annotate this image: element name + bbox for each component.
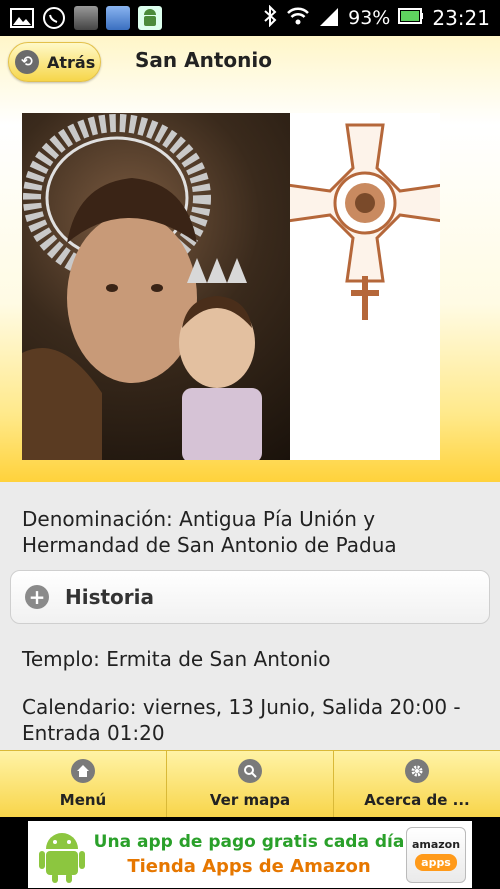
- battery-icon: [398, 7, 424, 30]
- app-screen: ⟲ Atrás San Antonio Denominación: Antigu…: [0, 36, 500, 817]
- ad-line-1: Una app de pago gratis cada día: [93, 832, 405, 852]
- battery-text: 93%: [348, 7, 391, 29]
- nav-map-label: Ver mapa: [209, 791, 291, 809]
- brotherhood-emblem: [285, 113, 445, 460]
- status-bar: 93% 23:21: [0, 0, 500, 36]
- denominacion-line-1: Denominación: Antigua Pía Unión y: [22, 507, 376, 531]
- wifi-icon: [286, 6, 310, 31]
- android-icon: [138, 6, 162, 30]
- plus-icon: +: [25, 585, 49, 609]
- android-robot-icon: [32, 825, 92, 885]
- whatsapp-icon: [42, 6, 66, 30]
- denominacion-text: Denominación: Antigua Pía Unión y Herman…: [22, 506, 397, 558]
- home-icon: [71, 759, 95, 783]
- nav-about[interactable]: Acerca de ...: [334, 751, 500, 817]
- page-title: San Antonio: [135, 48, 272, 72]
- historia-collapsible[interactable]: + Historia: [10, 570, 490, 624]
- back-button[interactable]: ⟲ Atrás: [8, 42, 101, 82]
- bluetooth-icon: [262, 4, 278, 32]
- denominacion-line-2: Hermandad de San Antonio de Padua: [22, 533, 397, 557]
- clock: 23:21: [432, 6, 490, 30]
- nav-map[interactable]: Ver mapa: [167, 751, 334, 817]
- calendario-line-2: Entrada 01:20: [22, 721, 165, 745]
- amazon-apps-logo: amazon apps: [406, 826, 466, 883]
- ad-banner[interactable]: Una app de pago gratis cada día Tienda A…: [28, 821, 472, 888]
- back-arrow-icon: ⟲: [15, 50, 39, 74]
- calendario-text: Calendario: viernes, 13 Junio, Salida 20…: [22, 694, 461, 746]
- search-icon: [238, 759, 262, 783]
- signal-icon: [318, 6, 340, 31]
- ad-line-2: Tienda Apps de Amazon: [127, 856, 371, 877]
- templo-text: Templo: Ermita de San Antonio: [22, 647, 331, 671]
- nav-menu-label: Menú: [59, 791, 107, 809]
- back-button-label: Atrás: [47, 52, 96, 72]
- nav-about-label: Acerca de ...: [364, 791, 470, 809]
- gallery-icon: [10, 6, 34, 30]
- calendario-line-1: Calendario: viernes, 13 Junio, Salida 20…: [22, 695, 461, 719]
- historia-label: Historia: [65, 585, 155, 609]
- app-icon-2: [106, 6, 130, 30]
- ad-logo-pill: apps: [415, 854, 457, 871]
- hero-section: ⟲ Atrás San Antonio: [0, 36, 500, 482]
- ad-logo-top: amazon: [411, 838, 461, 851]
- bottom-nav: Menú Ver mapa Acerca de ...: [0, 750, 500, 817]
- saint-photo: [22, 113, 290, 460]
- app-icon: [74, 6, 98, 30]
- gear-icon: [405, 759, 429, 783]
- nav-menu[interactable]: Menú: [0, 751, 167, 817]
